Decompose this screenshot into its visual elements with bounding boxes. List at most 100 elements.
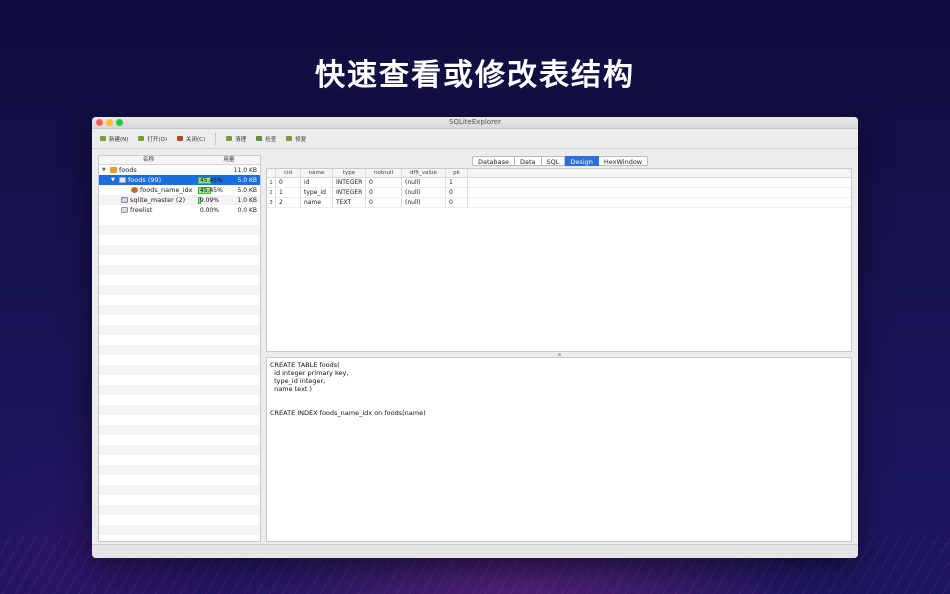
empty-list-row xyxy=(99,455,260,465)
cell[interactable]: INTEGER xyxy=(333,188,366,197)
empty-list-row xyxy=(99,265,260,275)
row-number-header xyxy=(267,169,276,177)
tree-row-name: foods xyxy=(119,166,137,174)
empty-list-row xyxy=(99,505,260,515)
cell[interactable]: 0 xyxy=(446,188,468,197)
sql-line: name text ) xyxy=(270,385,313,393)
cell[interactable]: 1 xyxy=(446,178,468,187)
tree-header-name[interactable]: 名称 xyxy=(99,156,198,164)
toolbar-separator xyxy=(215,132,217,145)
table-icon xyxy=(119,177,126,183)
tree-row-foods-db[interactable]: ▼ foods 11.0 KB xyxy=(99,165,260,175)
empty-list-row xyxy=(99,255,260,265)
cell[interactable]: 0 xyxy=(366,178,402,187)
tree-row-size: 11.0 KB xyxy=(233,166,258,174)
sql-line: id integer primary key, xyxy=(270,369,349,377)
empty-list-row xyxy=(99,405,260,415)
tree-row-sqlite-master[interactable]: sqlite_master (2) 9.09% 1.0 KB xyxy=(99,195,260,205)
cell[interactable]: (null) xyxy=(402,178,446,187)
column-header-dflt-value[interactable]: dflt_value xyxy=(402,169,446,177)
expand-triangle-icon[interactable]: ▼ xyxy=(111,177,117,183)
sql-editor[interactable]: CREATE TABLE foods( id integer primary k… xyxy=(266,357,852,542)
cell[interactable]: 2 xyxy=(276,198,301,207)
cell[interactable]: (null) xyxy=(402,188,446,197)
tree-row-foods-name-idx[interactable]: foods_name_idx 45.45% 5.0 KB xyxy=(99,185,260,195)
empty-list-row xyxy=(99,515,260,525)
empty-list-row xyxy=(99,245,260,255)
tree-row-usage: 9.09% xyxy=(197,196,219,204)
empty-list-row xyxy=(99,295,260,305)
empty-list-row xyxy=(99,385,260,395)
table-row[interactable]: 2 1 type_id INTEGER 0 (null) 0 xyxy=(267,188,851,198)
empty-list-row xyxy=(99,325,260,335)
empty-list-row xyxy=(99,285,260,295)
clean-button[interactable]: 清理 xyxy=(226,135,246,143)
design-grid: cid name type notnull dflt_value pk 1 0 … xyxy=(266,168,852,352)
index-icon xyxy=(131,187,138,193)
table-row[interactable]: 3 2 name TEXT 0 (null) 0 xyxy=(267,198,851,208)
tree-row-freelist[interactable]: freelist 0.00% 0.0 KB xyxy=(99,205,260,215)
database-icon xyxy=(110,167,117,173)
empty-list-row xyxy=(99,335,260,345)
cell[interactable]: 0 xyxy=(366,198,402,207)
tree-row-size: 0.0 KB xyxy=(237,206,258,214)
app-window: SQLiteExplorer 新建(N) 打开(O) 关闭(C) 清理 检查 修… xyxy=(92,117,858,558)
empty-list-row xyxy=(99,465,260,475)
new-db-icon xyxy=(100,136,106,141)
row-number: 2 xyxy=(267,188,276,197)
repair-label: 修复 xyxy=(295,136,307,143)
sql-line xyxy=(270,393,848,401)
cell[interactable]: id xyxy=(301,178,333,187)
clean-icon xyxy=(226,136,233,141)
tab-database[interactable]: Database xyxy=(472,156,516,166)
cell[interactable]: type_id xyxy=(301,188,333,197)
cell[interactable]: TEXT xyxy=(333,198,366,207)
tree-row-size: 1.0 KB xyxy=(237,196,258,204)
tab-data[interactable]: Data xyxy=(515,156,542,166)
column-header-cid[interactable]: cid xyxy=(276,169,301,177)
toolbar: 新建(N) 打开(O) 关闭(C) 清理 检查 修复 xyxy=(92,129,858,149)
column-header-notnull[interactable]: notnull xyxy=(366,169,402,177)
open-button[interactable]: 打开(O) xyxy=(138,135,167,143)
empty-list-row xyxy=(99,275,260,285)
tree-header-usage[interactable]: 用量 xyxy=(198,156,260,164)
view-tabs: Database Data SQL Design HexWindow xyxy=(472,156,649,166)
page-headline: 快速查看或修改表结构 xyxy=(315,58,635,93)
cell[interactable]: name xyxy=(301,198,333,207)
cell[interactable]: 0 xyxy=(366,188,402,197)
tree-row-size: 5.0 KB xyxy=(237,186,258,194)
tab-design[interactable]: Design xyxy=(565,156,599,166)
cell[interactable]: (null) xyxy=(402,198,446,207)
close-button[interactable]: 关闭(C) xyxy=(177,135,205,143)
column-header-pk[interactable]: pk xyxy=(446,169,468,177)
tab-sql[interactable]: SQL xyxy=(541,156,566,166)
tree-row-usage: 0.00% xyxy=(199,206,219,214)
new-button[interactable]: 新建(N) xyxy=(100,135,128,143)
cell[interactable]: 0 xyxy=(276,178,301,187)
window-title: SQLiteExplorer xyxy=(449,118,501,126)
tree-row-name: foods_name_idx xyxy=(140,186,193,194)
tree-row-usage: 45.45% xyxy=(197,186,223,194)
status-bar xyxy=(92,544,858,558)
check-button[interactable]: 检查 xyxy=(256,135,276,143)
tree-row-size: 5.0 KB xyxy=(237,176,258,184)
vertical-splitter[interactable] xyxy=(261,155,265,542)
empty-list-row xyxy=(99,225,260,235)
empty-list-row xyxy=(99,215,260,225)
tree-row-foods-table[interactable]: ▼ foods (99) 45.45% 5.0 KB xyxy=(99,175,260,185)
tab-hexwindow[interactable]: HexWindow xyxy=(598,156,649,166)
sql-line: type_id integer, xyxy=(270,377,326,385)
cell[interactable]: 0 xyxy=(446,198,468,207)
repair-button[interactable]: 修复 xyxy=(286,135,306,143)
tree-header: 名称 用量 xyxy=(99,156,260,165)
table-row[interactable]: 1 0 id INTEGER 0 (null) 1 xyxy=(267,178,851,188)
column-header-name[interactable]: name xyxy=(301,169,333,177)
column-header-type[interactable]: type xyxy=(333,169,366,177)
empty-list-row xyxy=(99,235,260,245)
tree-rows: ▼ foods 11.0 KB ▼ foods (99) 45.45% 5.0 … xyxy=(99,165,260,215)
detail-pane: Database Data SQL Design HexWindow cid n… xyxy=(266,155,852,542)
tree-row-usage: 45.45% xyxy=(197,176,223,184)
cell[interactable]: INTEGER xyxy=(333,178,366,187)
expand-triangle-icon[interactable]: ▼ xyxy=(102,167,108,173)
cell[interactable]: 1 xyxy=(276,188,301,197)
